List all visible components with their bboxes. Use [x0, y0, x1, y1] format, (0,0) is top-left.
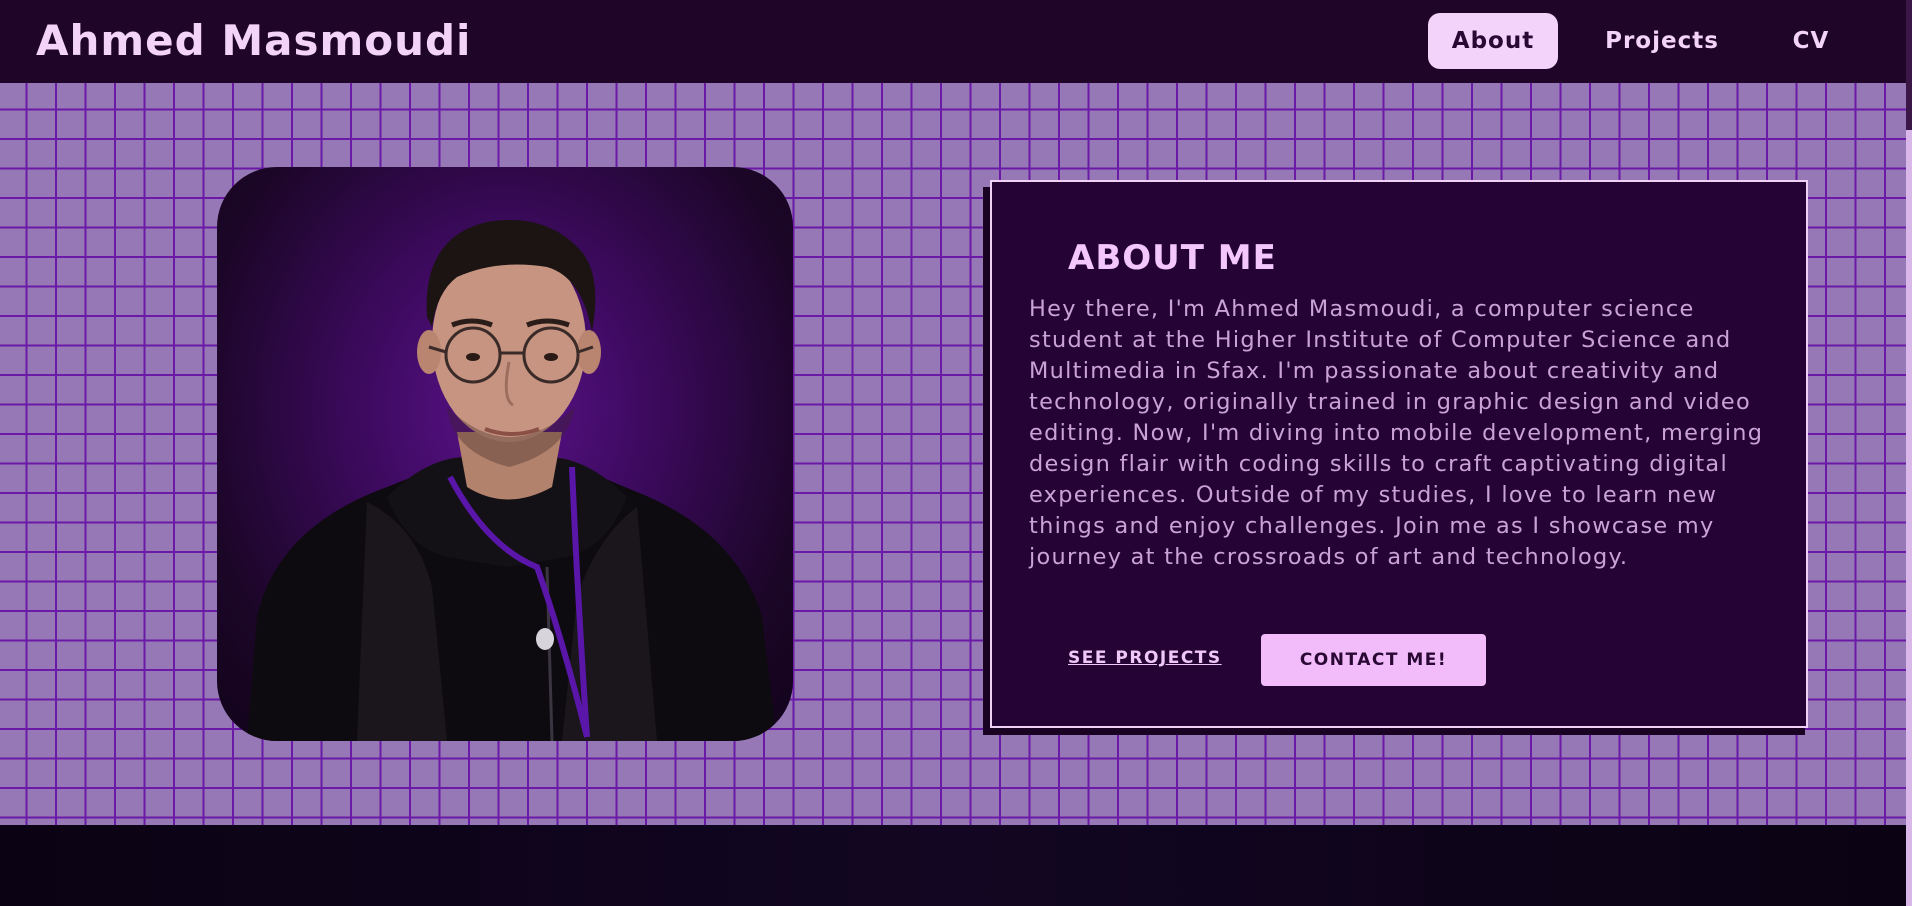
nav-link-about[interactable]: About [1428, 13, 1558, 69]
scrollbar-thumb[interactable] [1906, 0, 1912, 130]
scrollbar-track[interactable] [1906, 0, 1912, 906]
next-section-preview [0, 825, 1906, 906]
nav-link-cv[interactable]: CV [1780, 13, 1842, 69]
about-text: Hey there, I'm Ahmed Masmoudi, a compute… [1029, 296, 1764, 570]
see-projects-link[interactable]: SEE PROJECTS [1068, 648, 1222, 668]
brand-name[interactable]: Ahmed Masmoudi [36, 14, 471, 68]
profile-photo [217, 167, 793, 741]
about-card: ABOUT ME Hey there, I'm Ahmed Masmoudi, … [990, 180, 1808, 728]
contact-me-button[interactable]: CONTACT ME! [1261, 634, 1486, 686]
nav-link-projects[interactable]: Projects [1590, 13, 1734, 69]
navbar: Ahmed Masmoudi About Projects CV [0, 0, 1906, 83]
page: Ahmed Masmoudi About Projects CV ABOUT M… [0, 0, 1912, 906]
profile-portrait-illustration [247, 220, 777, 741]
about-title: ABOUT ME [1068, 238, 1277, 278]
